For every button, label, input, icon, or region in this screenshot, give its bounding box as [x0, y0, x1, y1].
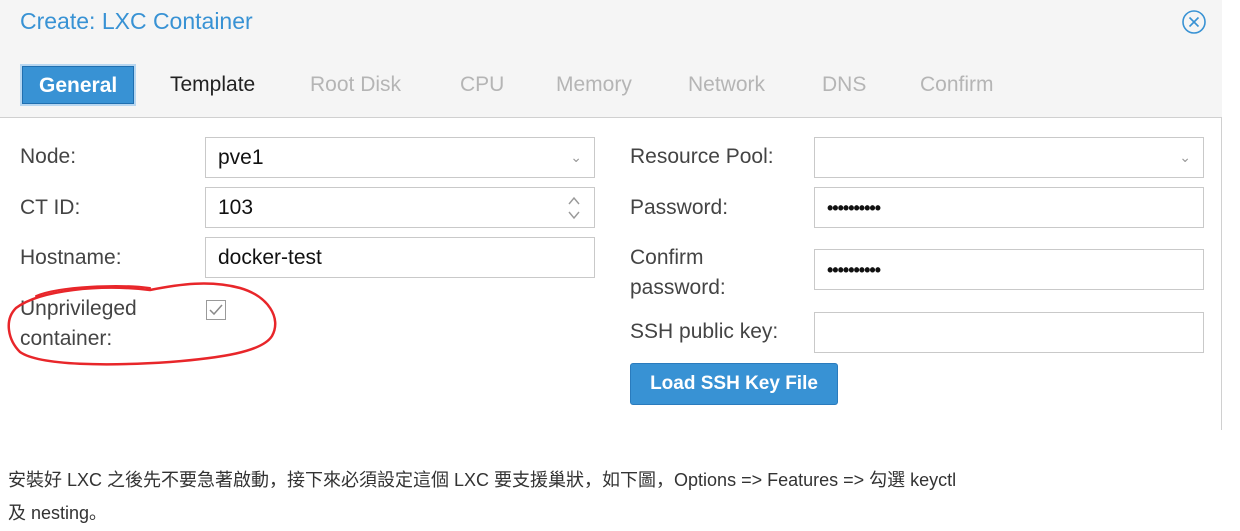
caption-line-2: 及 nesting。	[8, 503, 108, 523]
dialog-title: Create: LXC Container	[20, 8, 253, 34]
chevron-down-icon[interactable]: ⌄	[1179, 138, 1191, 177]
create-lxc-dialog: Create: LXC Container General Template R…	[0, 0, 1222, 430]
hostname-label: Hostname:	[20, 246, 122, 269]
node-select[interactable]: pve1 ⌄	[205, 137, 595, 178]
confirm-password-label-line1: Confirm	[630, 246, 704, 269]
chevron-down-icon[interactable]: ⌄	[570, 138, 582, 177]
hostname-input[interactable]: docker-test	[205, 237, 595, 278]
load-ssh-key-button[interactable]: Load SSH Key File	[630, 363, 838, 405]
resource-pool-select[interactable]: ⌄	[814, 137, 1204, 178]
caption-line-1: 安裝好 LXC 之後先不要急著啟動，接下來必須設定這個 LXC 要支援巢狀，如下…	[8, 470, 957, 490]
confirm-password-value: ••••••••••	[827, 260, 881, 280]
node-label: Node:	[20, 145, 77, 168]
close-circle-icon[interactable]	[1181, 9, 1207, 35]
tab-general[interactable]: General	[22, 66, 135, 104]
ctid-value: 103	[218, 196, 254, 219]
tab-cpu: CPU	[460, 73, 505, 96]
ssh-key-label: SSH public key:	[630, 320, 779, 343]
spinner-arrows-icon[interactable]	[567, 194, 581, 222]
unprivileged-checkbox[interactable]	[206, 300, 226, 320]
tab-root-disk: Root Disk	[310, 73, 402, 96]
dialog-titlebar: Create: LXC Container	[0, 0, 1222, 44]
resource-pool-label: Resource Pool:	[630, 145, 774, 168]
unprivileged-label-line2: container:	[20, 327, 113, 350]
tab-dns: DNS	[822, 73, 867, 96]
ctid-label: CT ID:	[20, 196, 81, 219]
hostname-value: docker-test	[218, 246, 322, 269]
tab-network: Network	[688, 73, 766, 96]
tab-memory: Memory	[556, 73, 632, 96]
tab-confirm: Confirm	[920, 73, 994, 96]
unprivileged-label-line1: Unprivileged	[20, 297, 137, 320]
ctid-spinner[interactable]: 103	[205, 187, 595, 228]
password-value: ••••••••••	[827, 198, 881, 218]
tab-template[interactable]: Template	[170, 66, 255, 104]
confirm-password-field[interactable]: ••••••••••	[814, 249, 1204, 290]
confirm-password-label-line2: password:	[630, 276, 726, 299]
checkmark-icon	[209, 304, 223, 316]
node-value: pve1	[218, 146, 264, 169]
ssh-key-input[interactable]	[814, 312, 1204, 353]
wizard-tab-bar: General Template Root Disk CPU Memory Ne…	[0, 44, 1222, 118]
password-field[interactable]: ••••••••••	[814, 187, 1204, 228]
password-label: Password:	[630, 196, 729, 219]
